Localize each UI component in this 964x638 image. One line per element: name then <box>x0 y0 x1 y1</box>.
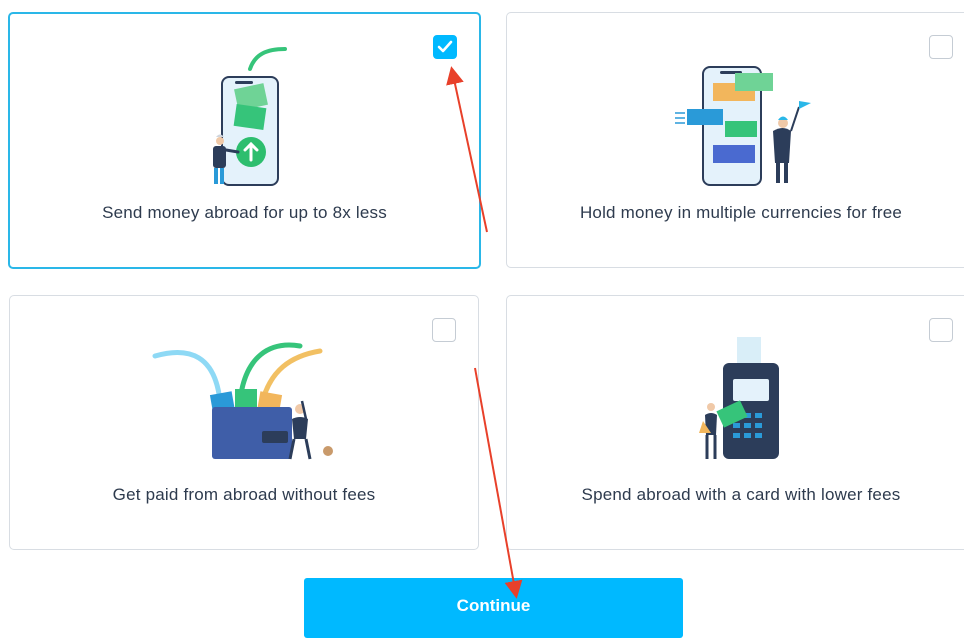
card-title: Hold money in multiple currencies for fr… <box>579 203 903 222</box>
continue-button[interactable]: Continue <box>304 578 683 638</box>
card-title: Send money abroad for up to 8x less <box>102 203 387 222</box>
option-card-send-money[interactable]: Send money abroad for up to 8x less <box>8 12 481 269</box>
hold-money-illustration <box>675 66 811 186</box>
send-money-illustration <box>213 47 287 186</box>
checkmark-icon <box>437 40 453 53</box>
card-title: Get paid from abroad without fees <box>112 485 376 504</box>
checkbox-send-money[interactable] <box>433 35 457 59</box>
card-terminal-illustration <box>699 337 779 459</box>
checkbox-get-paid[interactable] <box>432 318 456 342</box>
option-card-get-paid[interactable]: Get paid from abroad without fees <box>9 295 479 550</box>
card-title: Spend abroad with a card with lower fees <box>581 485 901 504</box>
get-paid-illustration <box>152 342 333 460</box>
checkbox-hold-money[interactable] <box>929 35 953 59</box>
option-card-hold-money[interactable]: Hold money in multiple currencies for fr… <box>506 12 964 268</box>
checkbox-spend-abroad[interactable] <box>929 318 953 342</box>
option-card-spend-abroad[interactable]: Spend abroad with a card with lower fees <box>506 295 964 550</box>
